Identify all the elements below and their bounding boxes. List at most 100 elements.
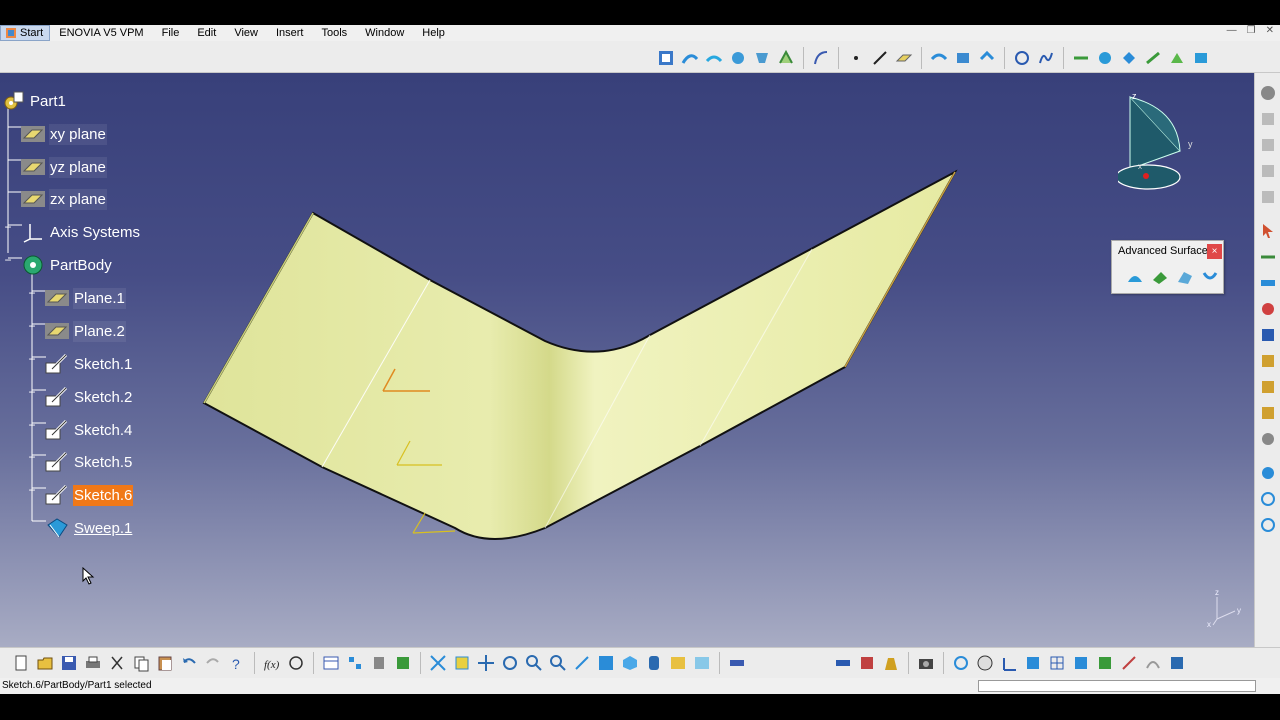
update-icon[interactable] [950,652,972,674]
tree-node-sketch6[interactable]: Sketch.6 [44,481,134,509]
measure-icon[interactable] [1257,273,1279,293]
expand-sketch6[interactable]: + [27,484,37,496]
bump-icon[interactable] [1124,267,1146,287]
normal-view-icon[interactable] [571,652,593,674]
insert-icon[interactable] [1257,187,1279,207]
tree-sort-icon[interactable] [344,652,366,674]
section-icon[interactable] [1070,652,1092,674]
expand-plane2[interactable]: + [27,320,37,332]
power-input-field[interactable] [978,680,1256,692]
3d-viewport[interactable]: Part1 xy plane yz plane zx plane + Axis … [0,73,1254,647]
extrapolate-icon[interactable] [775,47,797,69]
copy-icon[interactable] [130,652,152,674]
catalog-icon[interactable] [1257,351,1279,371]
menu-insert[interactable]: Insert [267,25,313,41]
join-icon[interactable] [1070,47,1092,69]
spline-icon[interactable] [1035,47,1057,69]
close-icon[interactable]: × [1207,244,1222,259]
cut-icon[interactable] [106,652,128,674]
workbench-icon[interactable] [1257,83,1279,103]
save-icon[interactable] [58,652,80,674]
new-icon[interactable] [10,652,32,674]
law-icon[interactable] [810,47,832,69]
pointer-icon[interactable] [1257,221,1279,241]
paste-icon[interactable] [154,652,176,674]
sweep-surface-geometry[interactable] [0,73,1254,647]
tree-node-sketch2[interactable]: Sketch.2 [44,383,133,411]
shape-morphing-icon[interactable] [1199,267,1221,287]
axis-tool-icon[interactable] [998,652,1020,674]
menu-help[interactable]: Help [413,25,454,41]
clipping-icon[interactable] [1094,652,1116,674]
redo-icon[interactable] [202,652,224,674]
knowledge-icon[interactable] [285,652,307,674]
options-icon[interactable] [1257,429,1279,449]
pan-icon[interactable] [475,652,497,674]
close-icon[interactable]: ✕ [1266,25,1274,36]
point-icon[interactable] [845,47,867,69]
grid-tool-icon[interactable] [1046,652,1068,674]
shading-icon[interactable] [643,652,665,674]
depth-icon[interactable] [1166,652,1188,674]
open-icon[interactable] [34,652,56,674]
swap-visible-icon[interactable] [691,652,713,674]
expand-sketch1[interactable]: + [27,353,37,365]
transform-icon[interactable] [1190,47,1212,69]
tree-node-part1[interactable]: Part1 [0,87,67,115]
tools-icon[interactable] [1257,135,1279,155]
scan-icon[interactable] [368,652,390,674]
plane-icon[interactable] [893,47,915,69]
view-icon[interactable] [1257,463,1279,483]
wrap-surface-icon[interactable] [1174,267,1196,287]
connect-icon[interactable] [1118,652,1140,674]
compass-tool-icon[interactable] [974,652,996,674]
weight-icon[interactable] [880,652,902,674]
sketcher-icon[interactable] [1257,109,1279,129]
material-icon[interactable] [1257,377,1279,397]
circle-icon[interactable] [1011,47,1033,69]
multi-view-icon[interactable] [595,652,617,674]
fit-all-icon[interactable] [427,652,449,674]
sweep-surface[interactable] [202,169,958,540]
line-icon[interactable] [869,47,891,69]
tree-node-sketch1[interactable]: Sketch.1 [44,350,133,378]
fill-icon[interactable] [727,47,749,69]
menu-file[interactable]: File [153,25,189,41]
restore-icon[interactable]: ❐ [1247,25,1256,36]
table-icon[interactable] [320,652,342,674]
intersection-icon[interactable] [952,47,974,69]
render-icon[interactable] [1257,403,1279,423]
tree-node-plane2[interactable]: Plane.2 [44,317,126,345]
sweep-tool-icon[interactable] [679,47,701,69]
menu-view[interactable]: View [225,25,267,41]
menu-tools[interactable]: Tools [312,25,356,41]
body-icon[interactable] [1257,161,1279,181]
blend-icon[interactable] [703,47,725,69]
expand-sketch2[interactable]: + [27,386,37,398]
formula-icon[interactable]: f(x) [261,652,283,674]
print-icon[interactable] [82,652,104,674]
advanced-surfaces-toolbar[interactable]: Advanced Surfaces × [1111,240,1224,294]
rotate-view-icon[interactable] [499,652,521,674]
grid-icon[interactable] [1257,325,1279,345]
measure-item-icon[interactable] [832,652,854,674]
expand-plane1[interactable]: + [27,287,37,299]
analysis-icon[interactable] [1257,299,1279,319]
fly-icon[interactable] [1257,515,1279,535]
undo-icon[interactable] [178,652,200,674]
tree-node-partbody[interactable]: PartBody [20,251,113,279]
capture-icon[interactable] [915,652,937,674]
tree-node-xy-plane[interactable]: xy plane [20,120,107,148]
tree-node-axis-systems[interactable]: Axis Systems [20,218,141,246]
expand-sketch5[interactable]: + [27,451,37,463]
zoom-out-icon[interactable] [547,652,569,674]
tree-node-sketch5[interactable]: Sketch.5 [44,448,133,476]
fit-icon[interactable] [451,652,473,674]
spec-tree-icon[interactable] [1022,652,1044,674]
menu-edit[interactable]: Edit [188,25,225,41]
tree-node-yz-plane[interactable]: yz plane [20,153,107,181]
menu-window[interactable]: Window [356,25,413,41]
whats-this-icon[interactable]: ? [226,652,248,674]
menu-enovia[interactable]: ENOVIA V5 VPM [50,25,152,41]
collapse-partbody[interactable]: − [3,254,13,266]
